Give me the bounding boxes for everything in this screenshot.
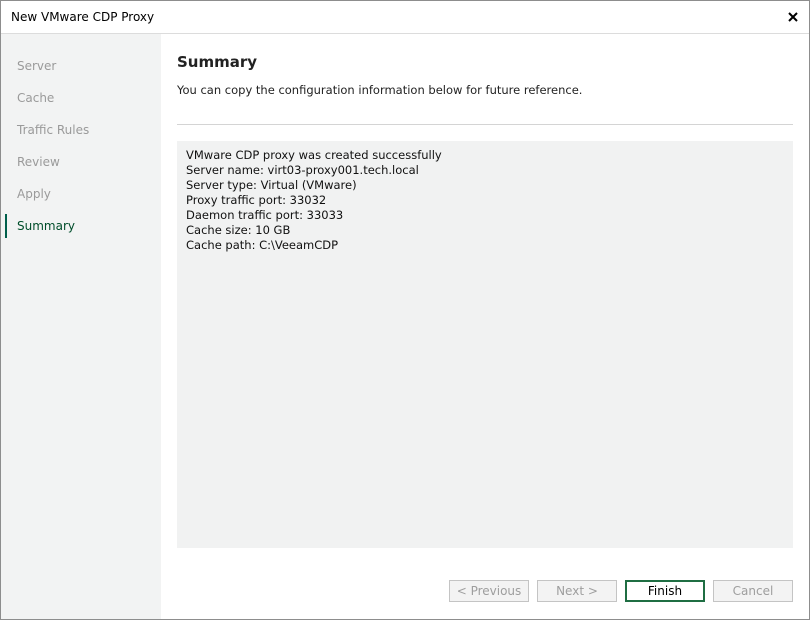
main-content: Summary You can copy the configuration i…: [177, 34, 793, 619]
finish-button[interactable]: Finish: [625, 580, 705, 602]
summary-line: Cache size: 10 GB: [186, 223, 291, 237]
previous-button[interactable]: < Previous: [449, 580, 529, 602]
summary-line: Server name: virt03-proxy001.tech.local: [186, 163, 419, 177]
summary-text-area[interactable]: VMware CDP proxy was created successfull…: [177, 141, 793, 548]
summary-line: Cache path: C:\VeeamCDP: [186, 238, 339, 252]
step-cache[interactable]: Cache: [1, 82, 161, 114]
cancel-button[interactable]: Cancel: [713, 580, 793, 602]
wizard-steps-sidebar: Server Cache Traffic Rules Review Apply …: [1, 34, 161, 619]
step-traffic-rules[interactable]: Traffic Rules: [1, 114, 161, 146]
summary-line: Server type: Virtual (VMware): [186, 178, 357, 192]
page-description: You can copy the configuration informati…: [177, 83, 583, 97]
title-bar: New VMware CDP Proxy: [1, 1, 809, 34]
divider: [177, 124, 793, 125]
step-server[interactable]: Server: [1, 50, 161, 82]
next-button[interactable]: Next >: [537, 580, 617, 602]
wizard-window: New VMware CDP Proxy Server Cache Traffi…: [0, 0, 810, 620]
step-review[interactable]: Review: [1, 146, 161, 178]
step-summary[interactable]: Summary: [1, 210, 161, 242]
page-title: Summary: [177, 53, 258, 71]
summary-line: VMware CDP proxy was created successfull…: [186, 148, 442, 162]
summary-line: Proxy traffic port: 33032: [186, 193, 327, 207]
button-bar: < Previous Next > Finish Cancel: [177, 580, 793, 604]
close-button[interactable]: [779, 3, 807, 31]
step-apply[interactable]: Apply: [1, 178, 161, 210]
close-icon: [788, 12, 798, 22]
summary-line: Daemon traffic port: 33033: [186, 208, 344, 222]
window-title: New VMware CDP Proxy: [11, 10, 155, 24]
